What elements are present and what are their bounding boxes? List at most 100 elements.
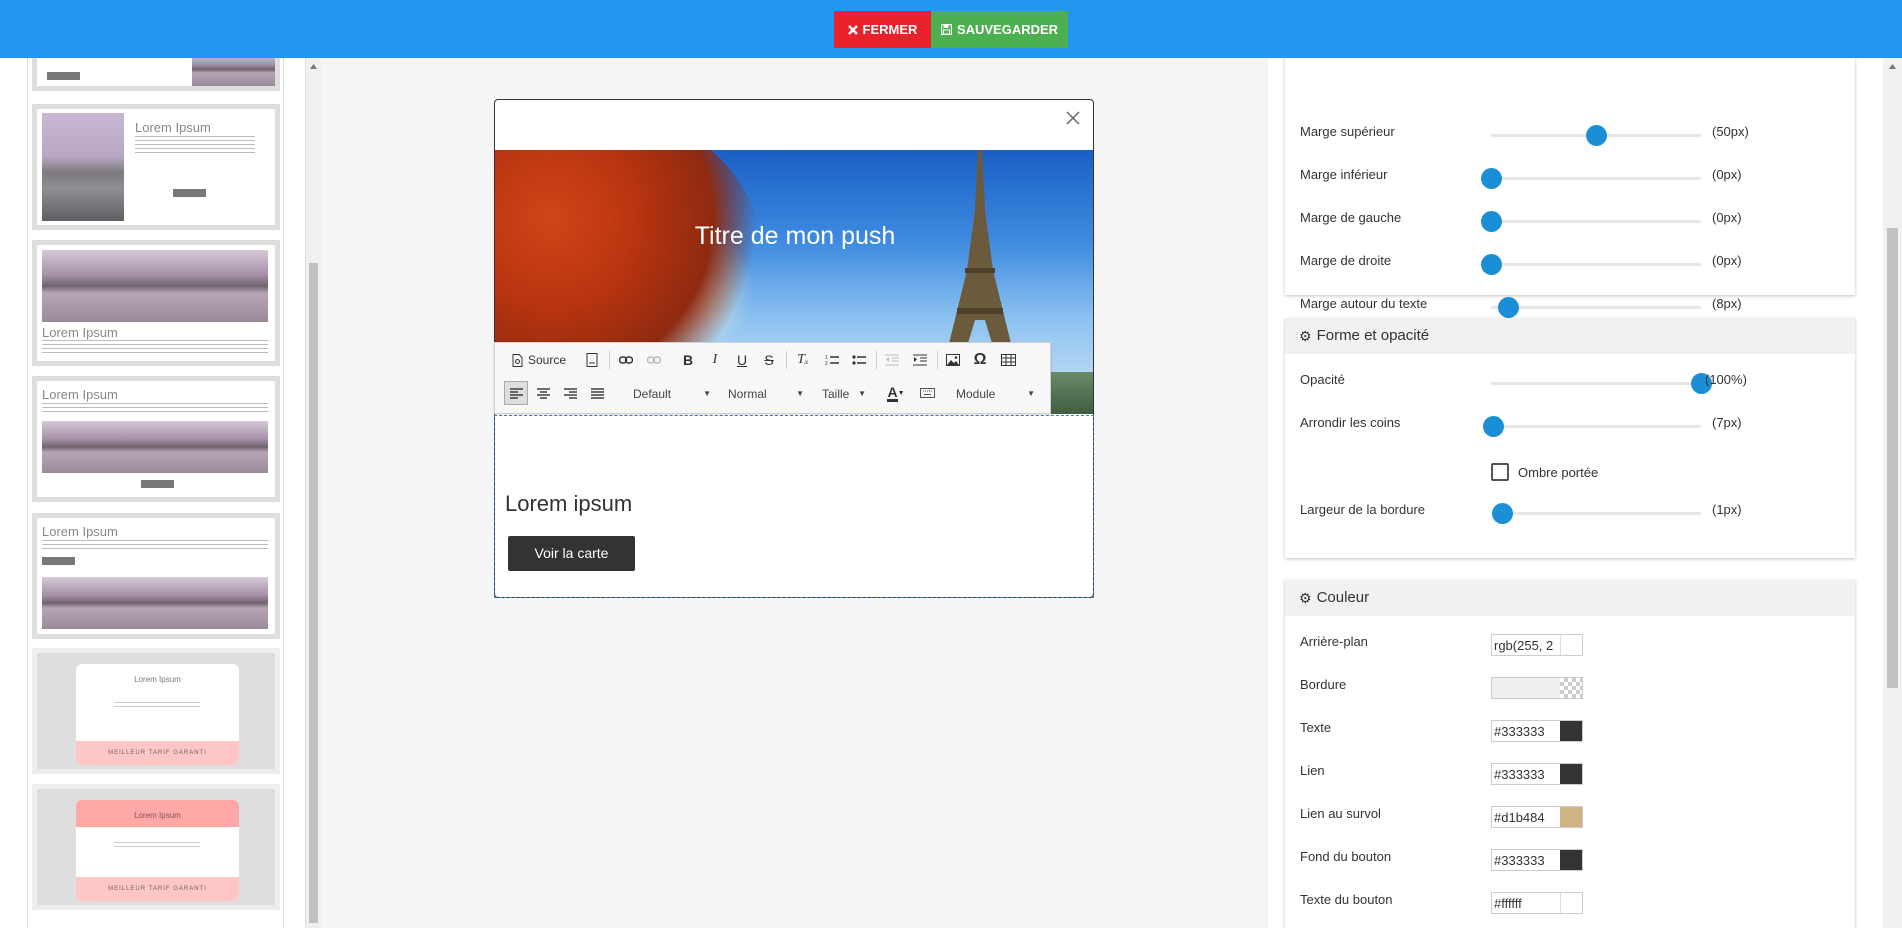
gear-icon: ⚙ xyxy=(1299,328,1312,344)
color-row: Texte #333333 xyxy=(1300,718,1845,742)
settings-panel: Marge supérieur (50px) Marge inférieur (… xyxy=(1268,38,1883,928)
save-button[interactable]: SAUVEGARDER xyxy=(931,11,1068,48)
margin-top-slider[interactable] xyxy=(1491,125,1701,146)
special-char-button[interactable]: Ω xyxy=(969,349,991,371)
color-input[interactable]: #333333 xyxy=(1491,763,1583,785)
left-scrollbar[interactable] xyxy=(306,58,321,928)
color-input[interactable]: rgb(255, 2 xyxy=(1491,634,1583,656)
margin-left-slider[interactable] xyxy=(1481,211,1701,232)
editable-content-area[interactable]: Lorem ipsum Voir la carte xyxy=(494,415,1094,598)
source-button[interactable]: Source xyxy=(509,349,569,371)
color-input[interactable] xyxy=(1491,677,1583,699)
shape-opacity-header[interactable]: ⚙ Forme et opacité xyxy=(1285,318,1855,354)
hero-trees xyxy=(1045,372,1093,414)
corners-slider[interactable] xyxy=(1483,416,1701,437)
numbered-list-button[interactable]: 12 xyxy=(821,349,843,371)
size-dropdown[interactable]: Taille ▼ xyxy=(822,383,866,405)
table-button[interactable] xyxy=(997,349,1019,371)
color-swatch[interactable] xyxy=(1560,807,1582,827)
align-center-button[interactable] xyxy=(532,382,554,404)
bold-button[interactable]: B xyxy=(677,349,699,371)
right-scrollbar[interactable] xyxy=(1883,58,1902,928)
indent-button[interactable] xyxy=(909,349,931,371)
close-button[interactable]: FERMER xyxy=(834,11,931,48)
thumbnail-title: Lorem Ipsum xyxy=(135,120,211,135)
template-thumbnail[interactable]: Lorem Ipsum xyxy=(32,240,280,366)
margin-text-row: Marge autour du texte (8px) xyxy=(1300,294,1845,318)
color-label: Lien au survol xyxy=(1300,806,1381,821)
color-swatch[interactable] xyxy=(1560,850,1582,870)
color-swatch[interactable] xyxy=(1560,635,1582,655)
format-dropdown-value: Normal xyxy=(728,387,767,401)
format-dropdown[interactable]: Normal ▼ xyxy=(728,383,804,405)
align-justify-button[interactable] xyxy=(586,382,608,404)
slider-handle[interactable] xyxy=(1491,503,1513,524)
thumbnail-text xyxy=(114,702,200,710)
scroll-up-icon xyxy=(1889,64,1896,69)
bulleted-list-button[interactable] xyxy=(848,349,870,371)
template-thumbnail[interactable] xyxy=(32,58,280,91)
text-color-button[interactable]: A ▼ xyxy=(884,382,908,404)
color-swatch[interactable] xyxy=(1560,721,1582,741)
omega-icon: Ω xyxy=(973,351,987,368)
left-scrollbar-thumb[interactable] xyxy=(309,263,318,923)
module-dropdown[interactable]: Module ▼ xyxy=(956,383,1035,405)
template-thumbnail[interactable]: Lorem Ipsum MEILLEUR TARIF GARANTI xyxy=(32,784,280,910)
slider-handle[interactable] xyxy=(1483,416,1505,437)
underline-button[interactable]: U xyxy=(731,349,753,371)
color-input[interactable]: #333333 xyxy=(1491,849,1583,871)
color-header[interactable]: ⚙ Couleur xyxy=(1285,580,1855,616)
remove-format-button[interactable]: Tₓ xyxy=(791,349,815,371)
hero-title[interactable]: Titre de mon push xyxy=(495,222,1093,251)
italic-button[interactable]: I xyxy=(704,349,726,371)
color-swatch[interactable] xyxy=(1560,764,1582,784)
slider-handle[interactable] xyxy=(1481,211,1502,232)
align-right-button[interactable] xyxy=(559,382,581,404)
align-left-button[interactable] xyxy=(504,381,528,405)
view-map-button[interactable]: Voir la carte xyxy=(508,536,635,571)
italic-icon: I xyxy=(712,352,718,367)
template-thumbnail[interactable]: Lorem Ipsum xyxy=(32,376,280,502)
close-icon[interactable] xyxy=(1065,110,1081,126)
template-thumbnail[interactable]: Lorem Ipsum xyxy=(32,104,280,230)
template-thumbnail[interactable]: Lorem Ipsum xyxy=(32,513,280,639)
color-input[interactable]: #d1b484 xyxy=(1491,806,1583,828)
link-button[interactable] xyxy=(615,349,637,371)
color-swatch[interactable] xyxy=(1560,678,1582,698)
thumbnail-image xyxy=(42,421,268,473)
slider-handle[interactable] xyxy=(1481,168,1502,189)
preview-mobile-button[interactable] xyxy=(581,349,603,371)
color-swatch[interactable] xyxy=(1560,893,1582,913)
rich-text-toolbar: Source B I U S Tₓ 12 Ω Default ▼ Normal … xyxy=(494,342,1051,414)
border-width-label: Largeur de la bordure xyxy=(1300,502,1426,517)
unlink-button[interactable] xyxy=(643,349,665,371)
content-heading[interactable]: Lorem ipsum xyxy=(505,491,632,517)
margin-text-slider[interactable] xyxy=(1491,297,1701,318)
corners-label: Arrondir les coins xyxy=(1300,415,1401,430)
thumbnail-text xyxy=(135,136,255,154)
opacity-slider[interactable] xyxy=(1491,373,1712,394)
color-input[interactable]: #333333 xyxy=(1491,720,1583,742)
slider-handle[interactable] xyxy=(1481,254,1502,275)
color-label: Bordure xyxy=(1300,677,1347,692)
eiffel-tower-illustration xyxy=(945,150,1015,360)
module-dropdown-value: Module xyxy=(956,387,996,401)
gear-icon: ⚙ xyxy=(1299,590,1312,606)
border-width-slider[interactable] xyxy=(1491,503,1701,524)
margin-left-row: Marge de gauche (0px) xyxy=(1300,208,1845,232)
margin-right-slider[interactable] xyxy=(1481,254,1701,275)
color-input[interactable]: #ffffff xyxy=(1491,892,1583,914)
shadow-checkbox[interactable] xyxy=(1491,463,1509,481)
right-scrollbar-thumb[interactable] xyxy=(1887,228,1898,688)
strikethrough-button[interactable]: S xyxy=(758,349,780,371)
template-thumbnail[interactable]: Lorem Ipsum MEILLEUR TARIF GARANTI xyxy=(32,648,280,774)
chevron-down-icon: ▼ xyxy=(897,389,905,397)
styles-dropdown[interactable]: Default ▼ xyxy=(633,383,711,405)
margin-text-label: Marge autour du texte xyxy=(1300,296,1428,311)
keyboard-button[interactable] xyxy=(916,382,938,404)
slider-handle[interactable] xyxy=(1497,297,1519,318)
outdent-button[interactable] xyxy=(881,349,903,371)
image-button[interactable] xyxy=(942,349,964,371)
slider-handle[interactable] xyxy=(1586,125,1607,146)
margin-bottom-slider[interactable] xyxy=(1481,168,1701,189)
